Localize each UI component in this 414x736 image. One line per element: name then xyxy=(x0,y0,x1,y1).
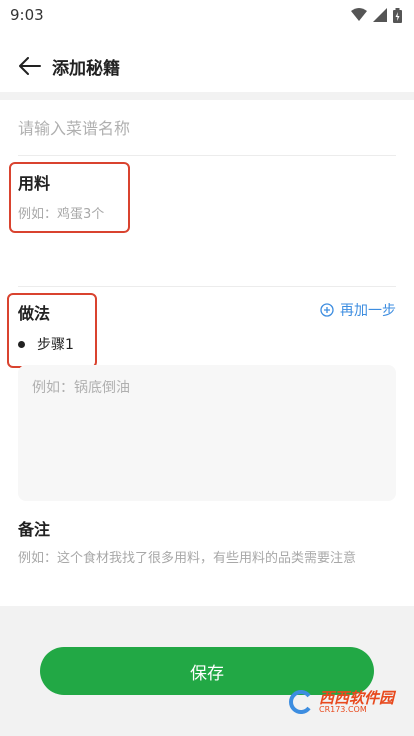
header-divider xyxy=(0,92,414,100)
divider xyxy=(18,286,396,287)
watermark-brand: 西西软件园 xyxy=(318,688,394,707)
recipe-name-input[interactable] xyxy=(18,112,396,144)
back-button[interactable] xyxy=(18,54,42,78)
step-description-input[interactable] xyxy=(18,365,396,501)
arrow-left-icon xyxy=(19,57,41,75)
signal-icon xyxy=(373,8,387,22)
annotation-box-ingredients xyxy=(9,162,130,233)
wifi-icon xyxy=(351,8,367,21)
divider xyxy=(18,155,396,156)
notes-title: 备注 xyxy=(18,520,51,539)
watermark: 西西软件园 CR173.COM xyxy=(287,690,394,714)
battery-icon xyxy=(393,7,402,23)
watermark-site: CR173.COM xyxy=(318,704,367,714)
status-icons xyxy=(351,7,402,23)
save-button[interactable]: 保存 xyxy=(40,647,374,695)
add-step-button[interactable]: 再加一步 xyxy=(320,300,396,320)
status-time: 9:03 xyxy=(10,6,44,24)
watermark-logo xyxy=(289,690,311,714)
page-title: 添加秘籍 xyxy=(52,58,120,79)
plus-circle-icon xyxy=(320,303,334,317)
annotation-box-method xyxy=(7,293,97,368)
notes-input[interactable]: 例如：这个食材我找了很多用料，有些用料的品类需要注意 xyxy=(18,550,396,567)
add-step-label: 再加一步 xyxy=(340,303,396,319)
app-bar: 添加秘籍 xyxy=(0,40,414,92)
status-bar: 9:03 xyxy=(0,0,414,30)
